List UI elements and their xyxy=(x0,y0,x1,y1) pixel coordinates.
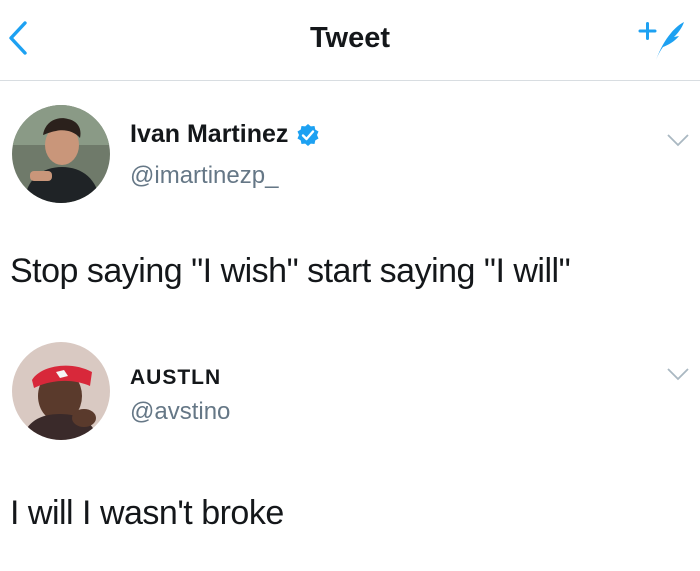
original-tweet[interactable]: Ivan Martinez @imartinezp_ Stop saying "… xyxy=(0,80,700,316)
tweet-text: I will I wasn't broke xyxy=(10,494,284,532)
username-handle[interactable]: @avstino xyxy=(130,398,230,426)
compose-tweet-icon xyxy=(638,22,684,60)
tweet-text: Stop saying "I wish" start saying "I wil… xyxy=(10,252,571,290)
profile-photo xyxy=(12,342,110,440)
display-name[interactable]: Ivan Martinez xyxy=(130,120,320,149)
avatar[interactable] xyxy=(12,105,110,203)
display-name-text: AUSTLN xyxy=(130,366,222,389)
display-name-text: Ivan Martinez xyxy=(130,120,289,148)
avatar[interactable] xyxy=(12,342,110,440)
page-title: Tweet xyxy=(309,22,391,54)
top-navigation-bar: Tweet xyxy=(0,0,700,81)
display-name[interactable]: AUSTLN xyxy=(130,366,221,390)
username-handle[interactable]: @imartinezp_ xyxy=(130,162,278,190)
verified-badge-icon xyxy=(297,123,319,146)
chevron-down-icon[interactable] xyxy=(666,132,690,148)
reply-tweet[interactable]: AUSTLN @avstino I will I wasn't broke xyxy=(0,316,700,571)
chevron-down-icon[interactable] xyxy=(666,366,690,382)
compose-tweet-button[interactable] xyxy=(636,16,686,62)
profile-photo xyxy=(12,105,110,203)
